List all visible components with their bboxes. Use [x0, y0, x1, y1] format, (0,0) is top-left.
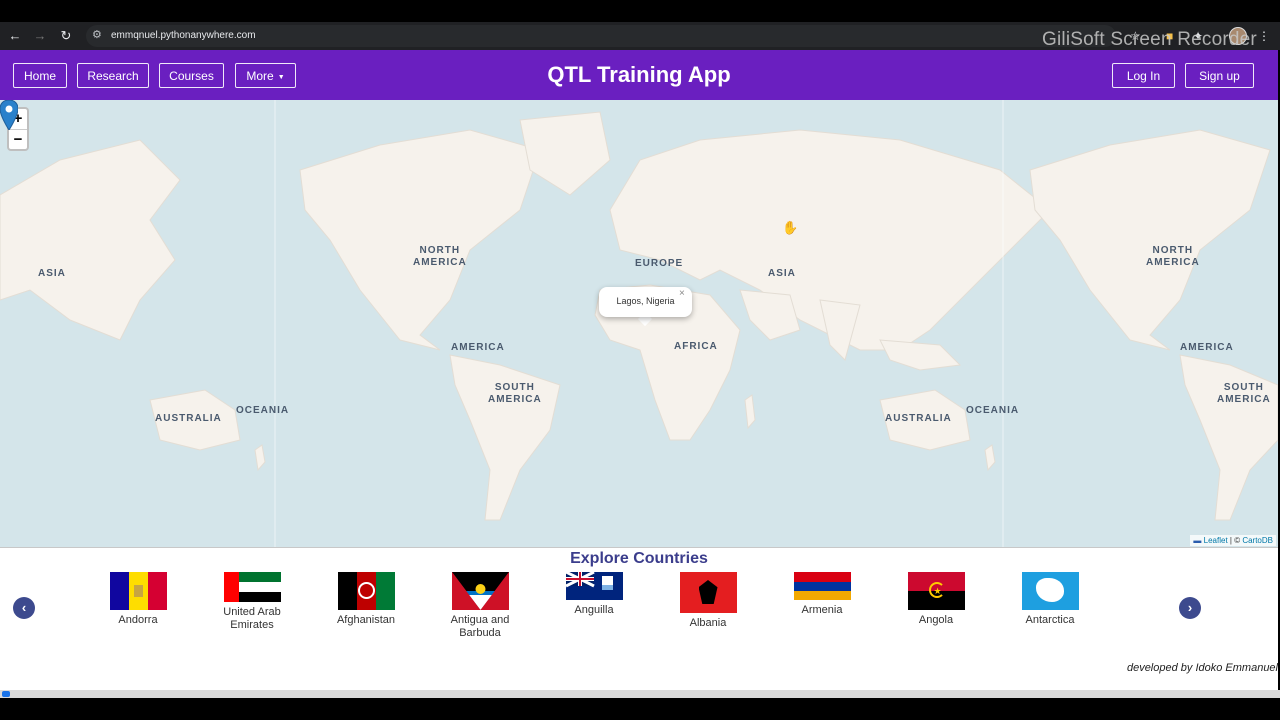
- flag-antigua-and-barbuda: [451, 572, 509, 610]
- forward-arrow-icon[interactable]: →: [30, 26, 50, 46]
- hand-cursor-icon: ✋: [782, 220, 799, 235]
- country-card-anguilla[interactable]: Anguilla: [546, 572, 642, 617]
- map-label: NORTH AMERICA: [1146, 245, 1200, 268]
- horizontal-scrollbar[interactable]: [0, 690, 1280, 698]
- country-name: United Arab Emirates: [223, 606, 281, 631]
- developer-credit: developed by Idoko Emmanuel: [1126, 662, 1278, 674]
- zoom-out-button[interactable]: −: [9, 130, 27, 150]
- country-name: Armenia: [801, 604, 843, 616]
- back-arrow-icon[interactable]: ←: [5, 26, 25, 46]
- map-label: NORTH AMERICA: [413, 245, 467, 268]
- flag-antarctica: [1021, 572, 1079, 610]
- carousel-prev-button[interactable]: ‹: [13, 597, 35, 619]
- map-attribution: ▬ Leaflet | © CartoDB: [1190, 535, 1276, 546]
- map-label: ASIA: [38, 268, 66, 279]
- country-name: Anguilla: [574, 604, 614, 616]
- map-label: EUROPE: [635, 258, 684, 269]
- map-label: AUSTRALIA: [155, 413, 222, 424]
- country-card-afghanistan[interactable]: Afghanistan: [318, 572, 414, 627]
- cartodb-link[interactable]: CartoDB: [1242, 536, 1273, 545]
- popup-close-icon[interactable]: ×: [679, 288, 685, 299]
- country-name: Albania: [689, 617, 727, 629]
- map-popup: Lagos, Nigeria ×: [599, 287, 692, 317]
- app-navbar: Home Research Courses More ▼ QTL Training…: [0, 50, 1278, 100]
- flag-afghanistan: [337, 572, 395, 610]
- map-marker-icon[interactable]: [0, 100, 18, 130]
- attribution-separator: | ©: [1227, 536, 1243, 545]
- country-card-andorra[interactable]: Andorra: [90, 572, 186, 627]
- country-card-angola[interactable]: ★ Angola: [888, 572, 984, 627]
- map-tiles: [0, 100, 1278, 547]
- country-name: Antigua and Barbuda: [450, 614, 510, 639]
- map-label: AMERICA: [451, 342, 505, 353]
- leaflet-link[interactable]: Leaflet: [1204, 536, 1228, 545]
- explore-title: Explore Countries: [570, 550, 708, 567]
- browser-menu-icon[interactable]: ⋮: [1258, 26, 1270, 46]
- country-name: Andorra: [118, 614, 158, 626]
- site-settings-icon[interactable]: ⚙: [92, 28, 102, 41]
- map-label: AFRICA: [674, 341, 718, 352]
- reload-icon[interactable]: ↻: [56, 26, 76, 46]
- map-label: OCEANIA: [966, 405, 1020, 416]
- app-title: QTL Training App: [547, 62, 731, 87]
- address-bar[interactable]: ⚙ emmqnuel.pythonanywhere.com: [86, 25, 1116, 47]
- map-label: ASIA: [768, 268, 796, 279]
- bottom-black-bar: [0, 698, 1280, 720]
- map-label: AUSTRALIA: [885, 413, 952, 424]
- map-label: SOUTH AMERICA: [1217, 382, 1271, 405]
- flag-andorra: [109, 572, 167, 610]
- country-card-antigua[interactable]: Antigua and Barbuda: [432, 572, 528, 640]
- url-text: emmqnuel.pythonanywhere.com: [111, 30, 256, 41]
- country-card-albania[interactable]: Albania: [660, 572, 756, 630]
- scrollbar-thumb[interactable]: [2, 691, 10, 697]
- flag-armenia: [793, 572, 851, 600]
- carousel-next-button[interactable]: ›: [1179, 597, 1201, 619]
- flag-angola: ★: [907, 572, 965, 610]
- signup-button[interactable]: Sign up: [1185, 63, 1254, 88]
- map-label: OCEANIA: [236, 405, 290, 416]
- flag-uae: [223, 572, 281, 602]
- world-map[interactable]: + − ASIA NORTH AMERICA EUROPE ASIA NORTH…: [0, 100, 1278, 547]
- login-button[interactable]: Log In: [1112, 63, 1175, 88]
- top-black-bar: [0, 0, 1280, 22]
- map-label: AMERICA: [1180, 342, 1234, 353]
- country-card-antarctica[interactable]: Antarctica: [1002, 572, 1098, 627]
- country-name: Afghanistan: [336, 614, 396, 626]
- flag-anguilla: [565, 572, 623, 600]
- country-card-uae[interactable]: United Arab Emirates: [204, 572, 300, 632]
- recorder-watermark: GiliSoft Screen Recorder: [1042, 29, 1257, 50]
- country-name: Antarctica: [1025, 614, 1075, 626]
- flag-albania: [679, 572, 737, 613]
- explore-countries-section: Explore Countries ‹ › Andorra United Ara…: [0, 547, 1278, 691]
- country-name: Angola: [918, 614, 954, 626]
- country-card-armenia[interactable]: Armenia: [774, 572, 870, 617]
- map-label: SOUTH AMERICA: [488, 382, 542, 405]
